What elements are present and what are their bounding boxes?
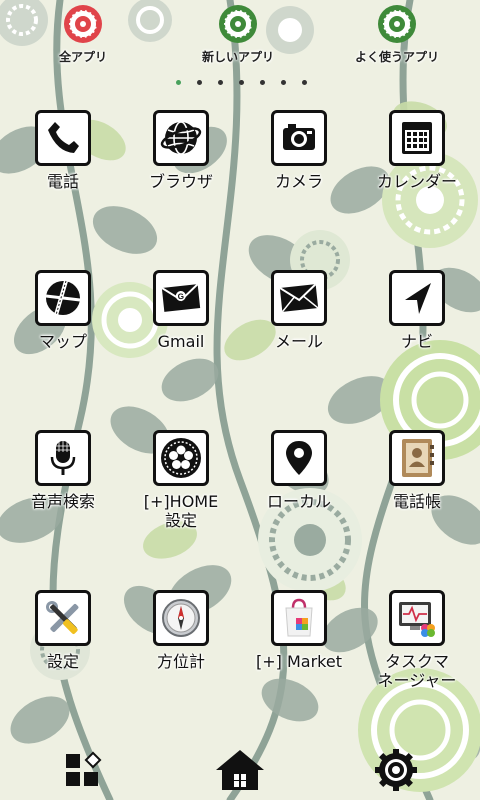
settings-gear-icon xyxy=(375,749,417,791)
app-label: 電話帳 xyxy=(392,492,441,511)
tab-label: 全アプリ xyxy=(58,50,107,64)
app-label: タスクマ ネージャー xyxy=(377,652,457,690)
app-grid: 電話 ブラウザ カメラ カレンダー マップ G Gmail メール ナビ 音声検… xyxy=(0,100,480,740)
app-compass[interactable]: 方位計 xyxy=(122,590,240,671)
calendar-icon xyxy=(389,110,445,166)
app-maps[interactable]: マップ xyxy=(4,270,122,351)
contacts-book-icon xyxy=(389,430,445,486)
app-label: カメラ xyxy=(274,172,323,191)
page-dot-active xyxy=(176,80,181,85)
microphone-icon xyxy=(35,430,91,486)
tab-label: よく使うアプリ xyxy=(354,50,439,64)
app-gmail[interactable]: G Gmail xyxy=(122,270,240,351)
app-market[interactable]: [+] Market xyxy=(240,590,358,671)
app-calendar[interactable]: カレンダー xyxy=(358,110,476,191)
task-manager-icon xyxy=(389,590,445,646)
camera-icon xyxy=(271,110,327,166)
gmail-envelope-icon: G xyxy=(153,270,209,326)
app-label: メール xyxy=(274,332,323,351)
dock xyxy=(0,740,480,800)
app-label: 方位計 xyxy=(156,652,205,671)
app-label: [+] Market xyxy=(256,652,342,671)
tab-label: 新しいアプリ xyxy=(201,50,274,64)
app-label: 設定 xyxy=(46,652,79,671)
app-label: 音声検索 xyxy=(30,492,95,511)
tab-all-apps[interactable]: 全アプリ xyxy=(28,0,138,65)
mail-envelope-icon xyxy=(271,270,327,326)
app-label: ナビ xyxy=(400,332,433,351)
app-contacts[interactable]: 電話帳 xyxy=(358,430,476,511)
home-button[interactable] xyxy=(210,740,270,800)
location-pin-icon xyxy=(271,430,327,486)
app-voice-search[interactable]: 音声検索 xyxy=(4,430,122,511)
app-settings[interactable]: 設定 xyxy=(4,590,122,671)
app-label: [+]HOME 設定 xyxy=(143,492,219,530)
app-label: マップ xyxy=(38,332,87,351)
page-dot xyxy=(281,80,286,85)
app-drawer-icon xyxy=(66,751,102,786)
home-icon xyxy=(216,750,264,790)
app-label: 電話 xyxy=(46,172,79,191)
app-label: カレンダー xyxy=(376,172,457,191)
page-dot xyxy=(260,80,265,85)
app-camera[interactable]: カメラ xyxy=(240,110,358,191)
tab-new-apps[interactable]: 新しいアプリ xyxy=(183,0,293,65)
page-dot xyxy=(239,80,244,85)
green-flower-icon xyxy=(378,5,416,43)
app-home-settings[interactable]: [+]HOME 設定 xyxy=(122,430,240,530)
app-phone[interactable]: 電話 xyxy=(4,110,122,191)
tools-icon xyxy=(35,590,91,646)
page-dot xyxy=(197,80,202,85)
market-bag-icon xyxy=(271,590,327,646)
map-icon xyxy=(35,270,91,326)
navigation-arrow-icon xyxy=(389,270,445,326)
red-flower-icon xyxy=(64,5,102,43)
page-indicator xyxy=(168,80,318,88)
app-drawer-button[interactable] xyxy=(54,740,114,800)
settings-button[interactable] xyxy=(366,740,426,800)
globe-icon xyxy=(153,110,209,166)
green-flower-icon xyxy=(219,5,257,43)
app-label: Gmail xyxy=(157,332,205,351)
page-dot xyxy=(302,80,307,85)
app-navigation[interactable]: ナビ xyxy=(358,270,476,351)
app-label: ローカル xyxy=(266,492,331,511)
svg-text:G: G xyxy=(177,292,184,302)
flower-settings-icon xyxy=(153,430,209,486)
app-browser[interactable]: ブラウザ xyxy=(122,110,240,191)
app-label: ブラウザ xyxy=(148,172,213,191)
app-local[interactable]: ローカル xyxy=(240,430,358,511)
compass-icon xyxy=(153,590,209,646)
page-dot xyxy=(218,80,223,85)
app-mail[interactable]: メール xyxy=(240,270,358,351)
phone-icon xyxy=(35,110,91,166)
tab-frequent-apps[interactable]: よく使うアプリ xyxy=(342,0,452,65)
app-task-manager[interactable]: タスクマ ネージャー xyxy=(358,590,476,690)
